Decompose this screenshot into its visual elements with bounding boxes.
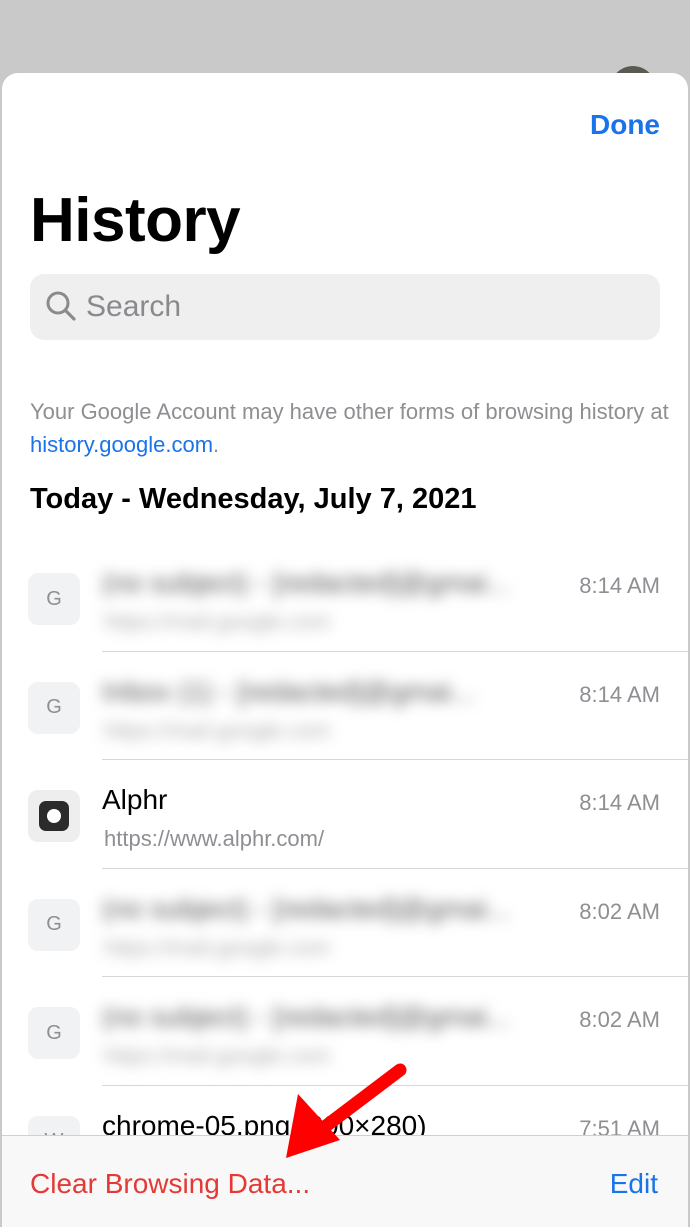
history-row-title: Alphr: [102, 784, 168, 815]
google-favicon-icon: G: [28, 898, 80, 951]
history-row-time: 8:14 AM: [579, 681, 660, 707]
search-bar[interactable]: [30, 274, 660, 340]
google-favicon-icon: G: [28, 573, 80, 625]
history-row-url: https://mail.google.com: [104, 934, 331, 960]
history-row-url: https://mail.google.com: [104, 609, 331, 634]
history-row-time: 8:02 AM: [579, 898, 660, 924]
history-row-title: Inbox (1) - [redacted]@gmai...: [102, 675, 475, 707]
history-row-time: 8:02 AM: [579, 1007, 660, 1032]
alphr-favicon-icon: [28, 790, 80, 842]
history-row-url: https://mail.google.com: [104, 717, 331, 743]
clear-browsing-data-button[interactable]: Clear Browsing Data...: [30, 1168, 310, 1200]
history-row-title: (no subject) - [redacted]@gmai...: [102, 1001, 511, 1032]
account-note-suffix: .: [213, 432, 220, 457]
history-row-time: 8:14 AM: [579, 573, 660, 598]
google-favicon-icon: G: [28, 1007, 80, 1059]
account-note-text: Your Google Account may have other forms…: [30, 399, 669, 424]
history-row-title: (no subject) - [redacted]@gmai...: [102, 567, 511, 598]
history-row-time: 8:14 AM: [579, 790, 660, 815]
history-row[interactable]: G (no subject) - [redacted]@gmai... http…: [2, 543, 688, 652]
history-row[interactable]: G (no subject) - [redacted]@gmai... http…: [2, 869, 688, 977]
account-note: Your Google Account may have other forms…: [30, 395, 670, 461]
history-list: G (no subject) - [redacted]@gmai... http…: [2, 543, 688, 1194]
history-sheet: Done History Your Google Account may hav…: [2, 73, 688, 1227]
history-row[interactable]: Alphr https://www.alphr.com/ 8:14 AM: [2, 760, 688, 869]
google-favicon-icon: G: [28, 681, 80, 734]
history-google-link[interactable]: history.google.com: [30, 432, 213, 457]
search-icon: [46, 291, 76, 321]
edit-button[interactable]: Edit: [610, 1168, 658, 1200]
history-row[interactable]: G (no subject) - [redacted]@gmai... http…: [2, 977, 688, 1086]
done-button[interactable]: Done: [590, 109, 660, 141]
search-input[interactable]: [86, 274, 646, 340]
history-row[interactable]: G Inbox (1) - [redacted]@gmai... https:/…: [2, 652, 688, 760]
page-title: History: [30, 186, 241, 255]
history-row-url: https://www.alphr.com/: [104, 826, 325, 851]
bottom-toolbar: Clear Browsing Data... Edit: [2, 1135, 688, 1227]
history-row-url: https://mail.google.com: [104, 1043, 331, 1068]
history-row-title: (no subject) - [redacted]@gmai...: [102, 892, 511, 924]
section-header-today: Today - Wednesday, July 7, 2021: [30, 483, 477, 515]
